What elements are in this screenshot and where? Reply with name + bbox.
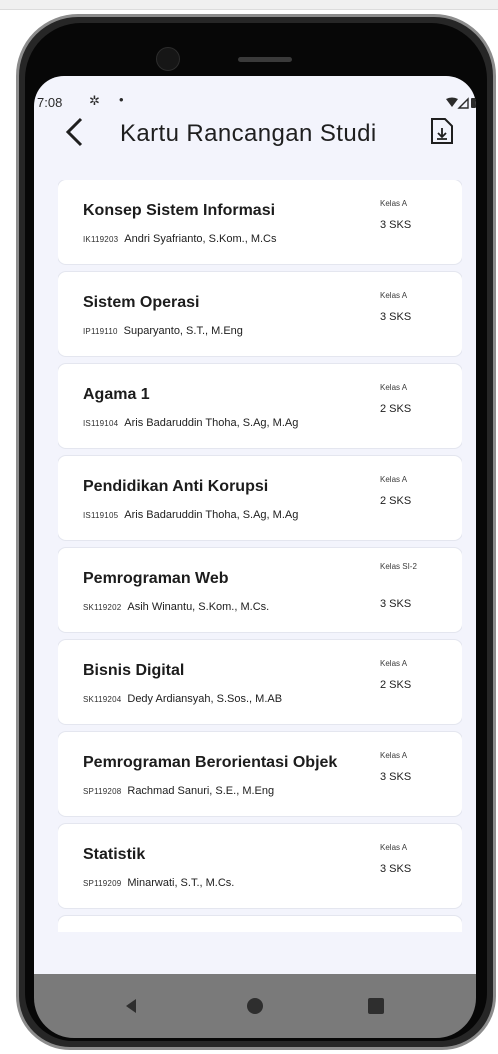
- course-details: SP119209 Minarwati, S.T., M.Cs.: [83, 877, 234, 889]
- course-code: IS119105: [83, 511, 119, 520]
- circle-home-icon: [247, 998, 263, 1014]
- course-sks: 3 SKS: [380, 771, 412, 783]
- course-sks: 3 SKS: [380, 598, 412, 610]
- nav-home-button[interactable]: [243, 994, 267, 1018]
- window-top-edge: [0, 0, 498, 10]
- course-lecturer: Andri Syafrianto, S.Kom., M.Cs: [124, 233, 277, 245]
- course-lecturer: Rachmad Sanuri, S.E., M.Eng: [127, 785, 275, 797]
- course-sks: 3 SKS: [380, 311, 412, 323]
- course-class: Kelas SI-2: [380, 562, 417, 571]
- course-class: Kelas A: [380, 383, 408, 392]
- wifi-icon: [446, 97, 458, 107]
- course-details: IS119104 Aris Badaruddin Thoha, S.Ag, M.A…: [83, 417, 298, 429]
- course-class: Kelas A: [380, 843, 408, 852]
- course-class: Kelas A: [380, 751, 408, 760]
- course-details: IP119110 Suparyanto, S.T., M.Eng: [83, 325, 243, 337]
- course-sks: 2 SKS: [380, 679, 412, 691]
- course-card[interactable]: Agama 1 IS119104 Aris Badaruddin Thoha, S…: [58, 364, 462, 448]
- battery-icon: [471, 98, 476, 108]
- status-icons: [446, 97, 476, 109]
- document-download-icon: [431, 118, 453, 144]
- course-name: Statistik: [83, 846, 146, 863]
- course-lecturer: Minarwati, S.T., M.Cs.: [127, 877, 235, 889]
- course-code: SK119204: [83, 695, 122, 704]
- status-dot: •: [119, 92, 124, 107]
- course-card[interactable]: Pemrograman Web SK119202 Asih Winantu, S.…: [58, 548, 462, 632]
- course-class: Kelas A: [380, 475, 408, 484]
- front-camera: [156, 47, 180, 71]
- course-class: Kelas A: [380, 199, 408, 208]
- chevron-left-icon: [65, 117, 83, 147]
- course-sks: 2 SKS: [380, 495, 412, 507]
- course-name: Konsep Sistem Informasi: [83, 202, 276, 219]
- course-details: SP119208 Rachmad Sanuri, S.E., M.Eng: [83, 785, 274, 797]
- phone-screen: 7:08 ✲ • Kartu Rancangan Studi Konsep Si…: [34, 76, 476, 974]
- course-lecturer: Aris Badaruddin Thoha, S.Ag, M.Ag: [124, 509, 299, 521]
- nav-back-button[interactable]: [120, 994, 144, 1018]
- signal-icon: [457, 97, 469, 109]
- status-time: 7:08: [37, 95, 63, 110]
- app-header: Kartu Rancangan Studi: [34, 116, 476, 166]
- course-class: Kelas A: [380, 291, 408, 300]
- course-card-partial[interactable]: [58, 916, 462, 932]
- course-card[interactable]: Pendidikan Anti Korupsi IS119105 Aris Bad…: [58, 456, 462, 540]
- course-name: Agama 1: [83, 386, 150, 403]
- course-name: Bisnis Digital: [83, 662, 185, 679]
- back-button[interactable]: [62, 116, 88, 148]
- nav-recents-button[interactable]: [364, 994, 388, 1018]
- course-name: Pemrograman Berorientasi Objek: [83, 754, 338, 771]
- android-nav-bar: [34, 974, 476, 1038]
- course-code: IP119110: [83, 327, 118, 336]
- course-lecturer: Asih Winantu, S.Kom., M.Cs.: [127, 601, 270, 613]
- course-name: Sistem Operasi: [83, 294, 200, 311]
- course-code: SK119202: [83, 603, 122, 612]
- course-card[interactable]: Pemrograman Berorientasi Objek SP119208 R…: [58, 732, 462, 816]
- course-code: IK119203: [83, 235, 119, 244]
- course-code: IS119104: [83, 419, 119, 428]
- download-krs-button[interactable]: [430, 117, 454, 145]
- course-list[interactable]: Konsep Sistem Informasi IK119203 Andri Sy…: [58, 180, 462, 932]
- course-card[interactable]: Konsep Sistem Informasi IK119203 Andri Sy…: [58, 180, 462, 264]
- course-sks: 2 SKS: [380, 403, 412, 415]
- course-code: SP119208: [83, 787, 122, 796]
- course-name: Pemrograman Web: [83, 570, 229, 587]
- course-card[interactable]: Bisnis Digital SK119204 Dedy Ardiansyah, …: [58, 640, 462, 724]
- course-details: SK119204 Dedy Ardiansyah, S.Sos., M.AB: [83, 693, 282, 705]
- course-class: Kelas A: [380, 659, 408, 668]
- status-bar: 7:08 ✲ •: [34, 76, 476, 116]
- gear-icon: ✲: [89, 93, 100, 108]
- earpiece-speaker: [238, 57, 292, 62]
- course-lecturer: Dedy Ardiansyah, S.Sos., M.AB: [127, 693, 283, 705]
- square-recents-icon: [368, 998, 384, 1014]
- course-details: IS119105 Aris Badaruddin Thoha, S.Ag, M.A…: [83, 509, 298, 521]
- course-code: SP119209: [83, 879, 122, 888]
- course-lecturer: Aris Badaruddin Thoha, S.Ag, M.Ag: [124, 417, 299, 429]
- course-details: SK119202 Asih Winantu, S.Kom., M.Cs.: [83, 601, 269, 613]
- course-details: IK119203 Andri Syafrianto, S.Kom., M.Cs: [83, 233, 276, 245]
- course-name: Pendidikan Anti Korupsi: [83, 478, 269, 495]
- page-title: Kartu Rancangan Studi: [120, 120, 377, 147]
- course-lecturer: Suparyanto, S.T., M.Eng: [123, 325, 243, 337]
- course-sks: 3 SKS: [380, 219, 412, 231]
- course-card[interactable]: Sistem Operasi IP119110 Suparyanto, S.T.,…: [58, 272, 462, 356]
- triangle-back-icon: [126, 999, 136, 1013]
- course-sks: 3 SKS: [380, 863, 412, 875]
- course-card[interactable]: Statistik SP119209 Minarwati, S.T., M.Cs.…: [58, 824, 462, 908]
